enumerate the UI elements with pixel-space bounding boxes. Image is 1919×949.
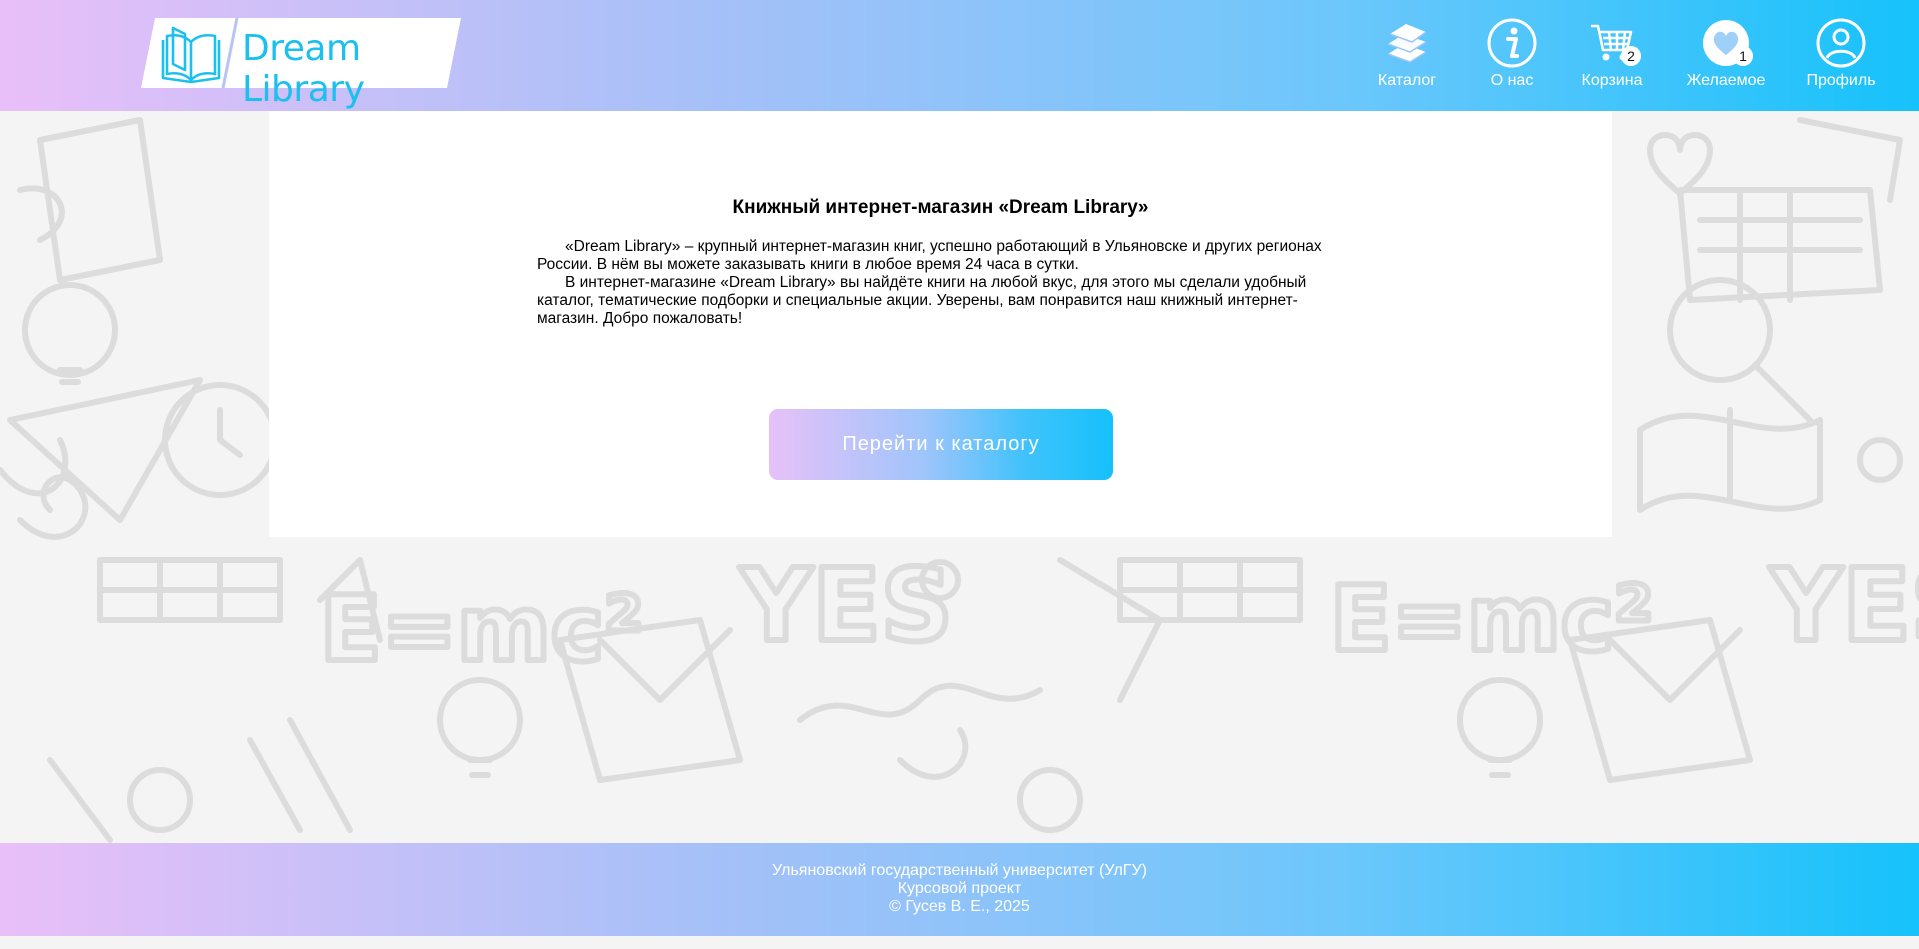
- main-content: Книжный интернет-магазин «Dream Library»…: [269, 111, 1612, 537]
- nav-profile-label: Профиль: [1806, 72, 1876, 89]
- user-icon: [1816, 18, 1866, 68]
- nav-wishlist-label: Желаемое: [1686, 72, 1766, 89]
- nav-cart[interactable]: 2 Корзина: [1557, 18, 1667, 90]
- intro-text: «Dream Library» – крупный интернет-магаз…: [537, 238, 1337, 328]
- svg-text:YES: YES: [1769, 547, 1919, 664]
- wishlist-count-badge: 1: [1733, 46, 1753, 66]
- site-header: Dream Library Каталог О нас 2 Корзина 1 …: [0, 0, 1919, 111]
- intro-paragraph-2: В интернет-магазине «Dream Library» вы н…: [537, 274, 1307, 327]
- nav-catalog-label: Каталог: [1377, 72, 1437, 89]
- nav-about[interactable]: О нас: [1457, 18, 1567, 90]
- footer-project: Курсовой проект: [897, 880, 1022, 897]
- page-title: Книжный интернет-магазин «Dream Library»: [732, 197, 1149, 218]
- nav-cart-label: Корзина: [1581, 72, 1643, 89]
- footer-university: Ульяновский государственный университет …: [772, 862, 1147, 879]
- svg-text:YES: YES: [739, 547, 953, 664]
- intro-paragraph-1: «Dream Library» – крупный интернет-магаз…: [537, 238, 1322, 273]
- logo-text: Dream Library: [242, 28, 365, 110]
- footer-copyright: © Гусев В. Е., 2025: [889, 898, 1030, 915]
- site-footer: Ульяновский государственный университет …: [0, 843, 1919, 936]
- open-book-icon: [161, 26, 221, 84]
- books-icon: [1387, 24, 1427, 63]
- logo[interactable]: Dream Library: [141, 18, 461, 110]
- svg-text:E=mc²: E=mc²: [320, 577, 643, 682]
- info-icon: [1487, 18, 1537, 68]
- nav-wishlist[interactable]: 1 Желаемое: [1671, 18, 1781, 90]
- svg-text:E=mc²: E=mc²: [1330, 567, 1653, 672]
- nav-catalog[interactable]: Каталог: [1352, 18, 1462, 90]
- cart-count-badge: 2: [1621, 46, 1641, 66]
- nav-profile[interactable]: Профиль: [1786, 18, 1896, 90]
- nav-about-label: О нас: [1490, 72, 1534, 89]
- go-to-catalog-button[interactable]: Перейти к каталогу: [769, 409, 1113, 480]
